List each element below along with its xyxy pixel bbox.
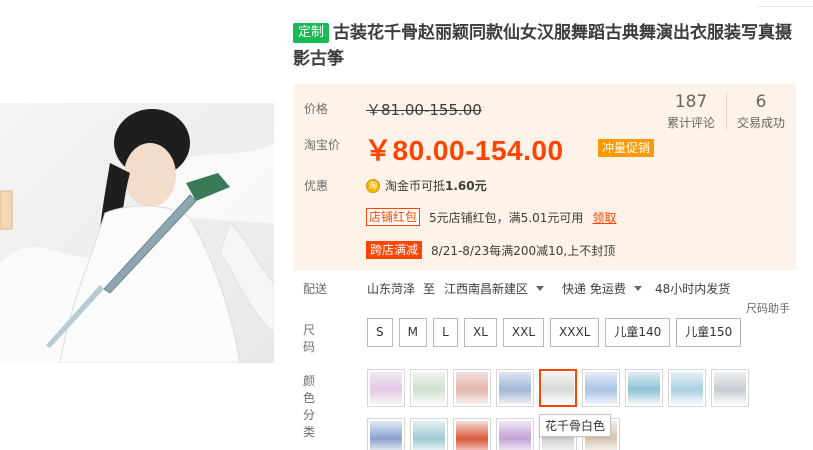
size-option[interactable]: M xyxy=(398,318,427,347)
size-option[interactable]: 儿童140 xyxy=(605,318,671,347)
sales-stats: 187 累计评论 6 交易成功 xyxy=(656,84,796,138)
promo-price: ￥80.00-154.00 xyxy=(364,135,564,166)
review-count[interactable]: 187 累计评论 xyxy=(656,92,726,131)
size-option[interactable]: XXL xyxy=(502,318,545,347)
ship-to-word: 至 xyxy=(423,282,436,296)
color-swatch[interactable] xyxy=(410,369,448,407)
color-swatch[interactable] xyxy=(453,369,491,407)
color-swatch[interactable] xyxy=(410,418,448,450)
product-main-image[interactable] xyxy=(0,103,274,363)
shop-coupon: 店铺红包 5元店铺红包，满5.01元可用 领取 xyxy=(366,208,616,226)
product-title: 定制 古装花千骨赵丽颖同款仙女汉服舞蹈古典舞演出衣服装写真摄影古筝 xyxy=(293,20,798,72)
cross-store-discount: 跨店满减 8/21-8/23每满200减10,上不封顶 xyxy=(366,241,615,259)
shipping-label: 配送 xyxy=(303,282,328,296)
size-option[interactable]: L xyxy=(432,318,458,347)
color-tooltip: 花千骨白色 xyxy=(539,414,612,437)
size-options: S M L XL XXL XXXL 儿童140 儿童150 xyxy=(367,318,747,347)
review-count-value: 187 xyxy=(674,92,708,112)
review-count-label: 累计评论 xyxy=(666,116,715,130)
transaction-count-value: 6 xyxy=(755,92,767,112)
express-select[interactable]: 快递 免运费 xyxy=(562,280,642,297)
cross-store-desc: 8/21-8/23每满200减10,上不封顶 xyxy=(431,243,616,258)
original-price: ￥81.00-155.00 xyxy=(366,101,482,119)
custom-tag: 定制 xyxy=(293,23,330,43)
size-label: 尺码 xyxy=(303,323,316,354)
taobao-coin-icon: 淘 xyxy=(366,178,380,193)
destination-text: 江西南昌新建区 xyxy=(444,282,529,296)
price-label: 价格 xyxy=(304,102,329,116)
promo-tag: 冲量促销 xyxy=(598,139,655,157)
color-swatch[interactable] xyxy=(625,369,663,407)
delivery-time: 48小时内发货 xyxy=(655,282,731,296)
size-option[interactable]: XXXL xyxy=(550,318,600,347)
product-title-text: 古装花千骨赵丽颖同款仙女汉服舞蹈古典舞演出衣服装写真摄影古筝 xyxy=(293,23,793,69)
shop-coupon-badge: 店铺红包 xyxy=(366,208,421,226)
taobao-price-label: 淘宝价 xyxy=(304,138,341,152)
transaction-count-label: 交易成功 xyxy=(736,116,785,130)
claim-coupon-link[interactable]: 领取 xyxy=(592,209,616,226)
express-text: 快递 免运费 xyxy=(562,282,626,296)
color-swatch[interactable] xyxy=(668,369,706,407)
color-swatch[interactable] xyxy=(711,369,749,407)
color-label: 颜色分类 xyxy=(303,374,316,439)
size-helper-link[interactable]: 尺码助手 xyxy=(746,300,790,316)
color-swatch[interactable] xyxy=(367,369,405,407)
size-option[interactable]: S xyxy=(367,318,393,347)
color-swatch[interactable] xyxy=(496,418,534,450)
ship-from: 山东菏泽 xyxy=(367,282,416,296)
price-panel: 价格 ￥81.00-155.00 淘宝价 ￥80.00-154.00 冲量促销 … xyxy=(294,84,796,270)
cross-store-badge: 跨店满减 xyxy=(366,241,423,259)
color-swatch[interactable] xyxy=(453,418,491,450)
coin-discount: 淘 淘金币可抵 1.60元 xyxy=(366,177,487,194)
chevron-down-icon xyxy=(633,286,642,291)
transaction-count[interactable]: 6 交易成功 xyxy=(726,92,796,131)
destination-select[interactable]: 江西南昌新建区 xyxy=(444,280,545,297)
chevron-down-icon xyxy=(536,286,545,291)
color-swatch[interactable] xyxy=(367,418,405,450)
size-option[interactable]: 儿童150 xyxy=(676,318,742,347)
discount-label: 优惠 xyxy=(304,179,329,193)
coin-amount: 1.60元 xyxy=(445,179,487,193)
size-option[interactable]: XL xyxy=(463,318,497,347)
top-divider xyxy=(758,6,813,7)
color-swatch-selected[interactable] xyxy=(539,369,577,407)
color-swatch[interactable] xyxy=(496,369,534,407)
shop-coupon-desc: 5元店铺红包，满5.01元可用 xyxy=(429,210,584,225)
coin-text: 淘金币可抵 xyxy=(385,179,446,193)
color-swatch[interactable] xyxy=(582,369,620,407)
